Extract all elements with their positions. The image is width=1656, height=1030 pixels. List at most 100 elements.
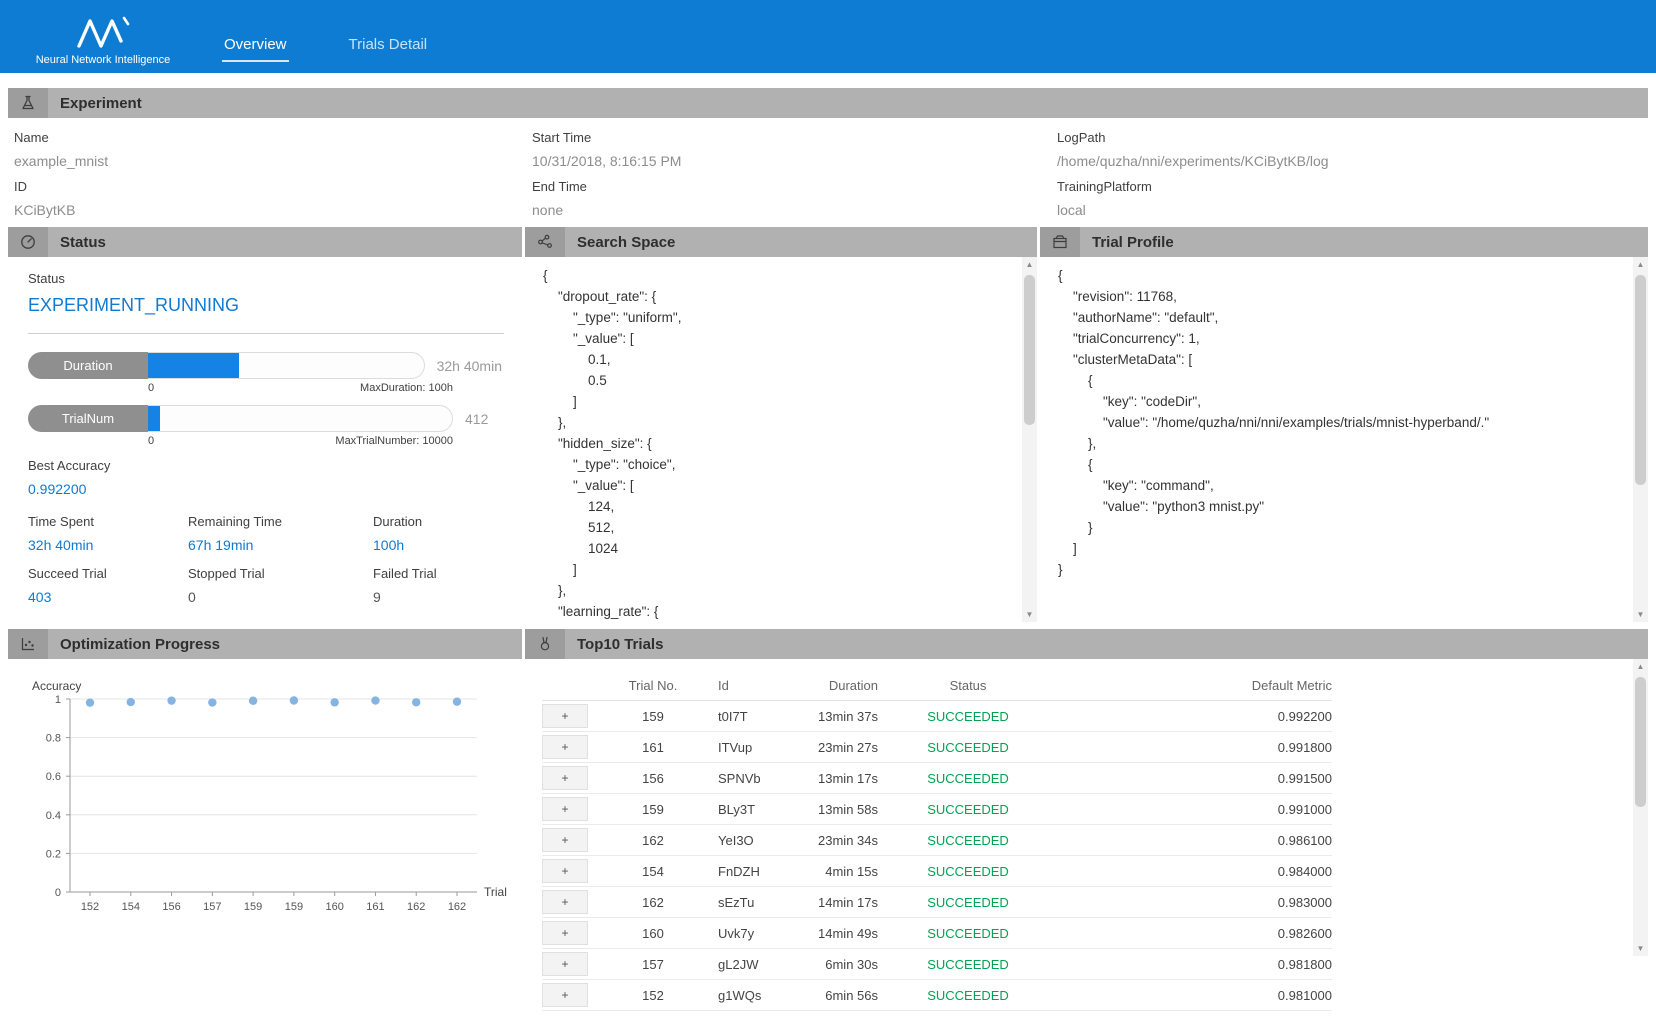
table-row: +154FnDZH4min 15sSUCCEEDED0.984000 [542, 856, 1332, 887]
cell-duration: 13min 58s [808, 794, 878, 825]
top10-scrollbar[interactable]: ▲ ▼ [1633, 659, 1648, 956]
svg-text:160: 160 [325, 901, 343, 913]
cell-duration: 4min 15s [808, 856, 878, 887]
optimization-title: Optimization Progress [60, 636, 220, 653]
gauge-icon [8, 227, 48, 257]
scrollbar-thumb[interactable] [1024, 275, 1035, 425]
expand-row-button[interactable]: + [542, 704, 588, 728]
trialnum-bar-min: 0 [148, 435, 154, 447]
field-value: 10/31/2018, 8:16:15 PM [532, 153, 1057, 169]
cell-trial-no: 159 [588, 701, 718, 732]
cell-status: SUCCEEDED [878, 732, 1058, 763]
search-space-json: { "dropout_rate": { "_type": "uniform", … [543, 265, 1013, 622]
cell-expand: + [542, 701, 588, 732]
trialnum-bar-label: TrialNum [28, 405, 148, 432]
expand-row-button[interactable]: + [542, 797, 588, 821]
svg-text:159: 159 [244, 901, 262, 913]
stat-duration: Duration 100h [373, 501, 502, 553]
stat-failed-trial: Failed Trial 9 [373, 553, 502, 605]
duration-bar-fill [148, 353, 239, 378]
top10-title: Top10 Trials [577, 636, 663, 653]
cell-default-metric: 0.981000 [1058, 980, 1332, 1011]
scroll-down-icon[interactable]: ▼ [1022, 607, 1037, 622]
trial-profile-scrollbar[interactable]: ▲ ▼ [1633, 257, 1648, 622]
flask-icon [8, 88, 48, 118]
expand-row-button[interactable]: + [542, 828, 588, 852]
main-tabs: Overview Trials Detail [222, 36, 429, 73]
scroll-up-icon[interactable]: ▲ [1022, 257, 1037, 272]
experiment-col-1: Name example_mnist ID KCiBytKB [14, 120, 532, 218]
brand-block: Neural Network Intelligence [0, 7, 178, 73]
cell-duration: 6min 30s [808, 949, 878, 980]
cell-id: gL2JW [718, 949, 808, 980]
table-row: +152g1WQs6min 56sSUCCEEDED0.981000 [542, 980, 1332, 1011]
cell-default-metric: 0.991800 [1058, 732, 1332, 763]
table-row: +159BLy3T13min 58sSUCCEEDED0.991000 [542, 794, 1332, 825]
cell-trial-no: 157 [588, 949, 718, 980]
search-space-title: Search Space [577, 234, 675, 251]
expand-row-button[interactable]: + [542, 859, 588, 883]
expand-row-button[interactable]: + [542, 921, 588, 945]
scrollbar-thumb[interactable] [1635, 275, 1646, 485]
field-value: none [532, 202, 1057, 218]
expand-row-button[interactable]: + [542, 890, 588, 914]
duration-bar-min: 0 [148, 382, 154, 394]
cell-expand: + [542, 949, 588, 980]
trial-profile-json: { "revision": 11768, "authorName": "defa… [1058, 265, 1624, 580]
cell-default-metric: 0.992200 [1058, 701, 1332, 732]
archive-box-icon [1040, 227, 1080, 257]
status-panel: Status Status EXPERIMENT_RUNNING Duratio… [8, 227, 522, 622]
scrollbar-thumb[interactable] [1635, 677, 1646, 807]
medal-icon [525, 629, 565, 659]
col-duration: Duration [808, 673, 878, 701]
table-row: +159t0I7T13min 37sSUCCEEDED0.992200 [542, 701, 1332, 732]
expand-row-button[interactable]: + [542, 766, 588, 790]
stat-succeed-trial: Succeed Trial 403 [28, 553, 188, 605]
search-space-scrollbar[interactable]: ▲ ▼ [1022, 257, 1037, 622]
scroll-down-icon[interactable]: ▼ [1633, 941, 1648, 956]
expand-row-button[interactable]: + [542, 952, 588, 976]
cell-expand: + [542, 856, 588, 887]
cell-trial-no: 156 [588, 763, 718, 794]
svg-text:0.8: 0.8 [46, 733, 61, 745]
cell-default-metric: 0.991000 [1058, 794, 1332, 825]
experiment-col-3: LogPath /home/quzha/nni/experiments/KCiB… [1057, 120, 1642, 218]
duration-progress: Duration 32h 40min 0 MaxDuration: 100h [28, 352, 502, 394]
tab-overview[interactable]: Overview [222, 36, 289, 62]
duration-bar-track [148, 352, 425, 379]
svg-text:Accuracy: Accuracy [32, 679, 81, 693]
col-trial-no: Trial No. [588, 673, 718, 701]
expand-row-button[interactable]: + [542, 983, 588, 1007]
cell-default-metric: 0.984000 [1058, 856, 1332, 887]
svg-text:Trial: Trial [484, 885, 507, 899]
cell-default-metric: 0.981800 [1058, 949, 1332, 980]
svg-text:0.6: 0.6 [46, 771, 61, 783]
status-value: EXPERIMENT_RUNNING [28, 295, 502, 316]
experiment-col-2: Start Time 10/31/2018, 8:16:15 PM End Ti… [532, 120, 1057, 218]
scroll-up-icon[interactable]: ▲ [1633, 257, 1648, 272]
cell-duration: 23min 34s [808, 825, 878, 856]
scroll-down-icon[interactable]: ▼ [1633, 607, 1648, 622]
scroll-up-icon[interactable]: ▲ [1633, 659, 1648, 674]
field-value: local [1057, 202, 1642, 218]
cell-status: SUCCEEDED [878, 701, 1058, 732]
cell-id: g1WQs [718, 980, 808, 1011]
search-space-panel: Search Space { "dropout_rate": { "_type"… [525, 227, 1037, 622]
best-accuracy-value: 0.992200 [28, 481, 502, 497]
cell-status: SUCCEEDED [878, 949, 1058, 980]
cell-id: sEzTu [718, 887, 808, 918]
top10-header: Top10 Trials [525, 629, 1648, 659]
cell-default-metric: 0.983000 [1058, 887, 1332, 918]
best-accuracy-block: Best Accuracy 0.992200 [28, 458, 502, 497]
expand-row-button[interactable]: + [542, 735, 588, 759]
top10-panel: Top10 Trials Trial No. Id Duration Statu… [525, 629, 1648, 1024]
col-default-metric: Default Metric [1058, 673, 1332, 701]
cell-id: Uvk7y [718, 918, 808, 949]
nni-logo-icon [75, 15, 131, 49]
optimization-header: Optimization Progress [8, 629, 522, 659]
tab-trials-detail[interactable]: Trials Detail [347, 36, 430, 62]
trialnum-bar-value: 412 [465, 411, 488, 427]
field-label: End Time [532, 179, 1057, 194]
brand-caption: Neural Network Intelligence [36, 54, 171, 66]
stat-remaining-time: Remaining Time 67h 19min [188, 501, 373, 553]
